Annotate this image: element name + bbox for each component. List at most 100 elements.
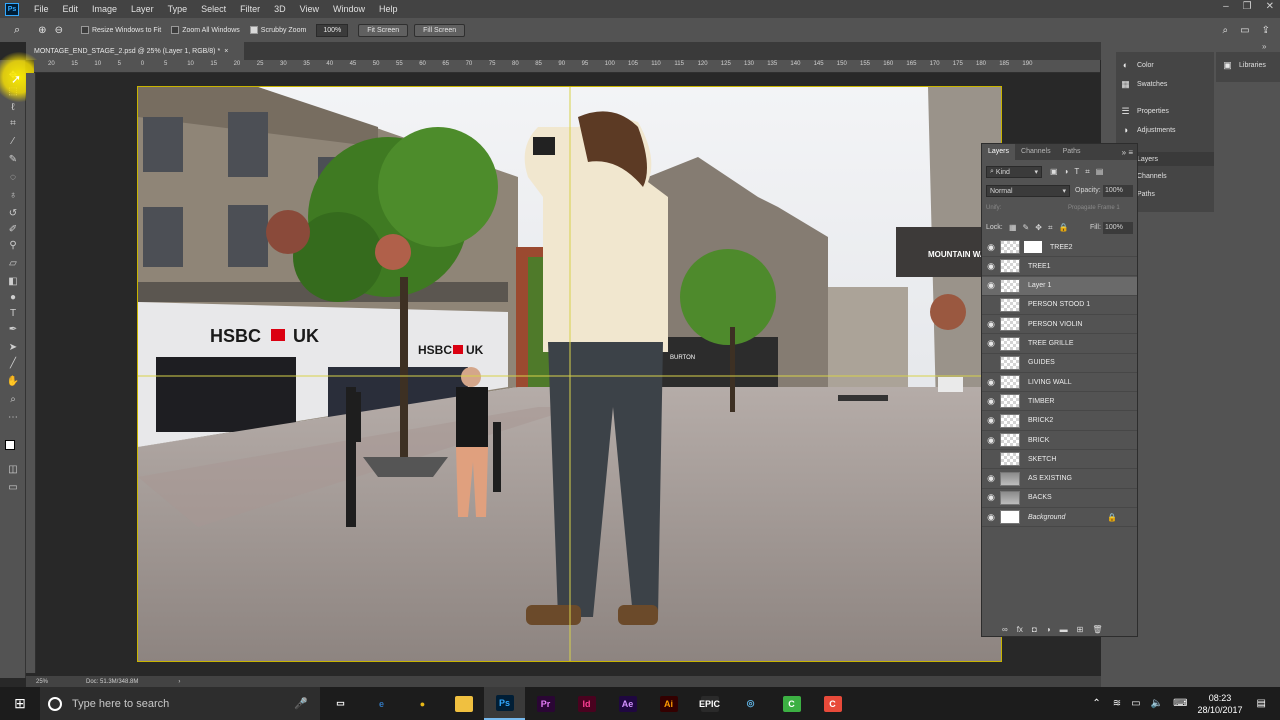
layer-row[interactable]: ◉ PERSON VIOLIN bbox=[982, 315, 1137, 335]
layer-row[interactable]: ◉ Layer 1 bbox=[982, 276, 1137, 296]
lasso-tool-icon[interactable]: ℓ bbox=[6, 102, 20, 114]
screen-mode-icon[interactable]: ▭ bbox=[6, 482, 20, 494]
layer-row[interactable]: ◉ BRICK bbox=[982, 431, 1137, 450]
system-clock[interactable]: 08:23 28/10/2017 bbox=[1198, 692, 1243, 716]
scrubby-zoom-checkbox[interactable]: Scrubby Zoom bbox=[249, 26, 306, 34]
search-icon[interactable]: ⌕ bbox=[1223, 25, 1229, 36]
delete-layer-icon[interactable]: 🗑 bbox=[1092, 625, 1102, 634]
dock-swatches[interactable]: ▦ Swatches bbox=[1120, 79, 1167, 89]
hand-tool-icon[interactable]: ✋ bbox=[6, 376, 20, 388]
taskbar-app-task-view[interactable]: ▭ bbox=[320, 687, 361, 720]
layer-row[interactable]: ◉ Background 🔒 bbox=[982, 508, 1137, 528]
taskbar-app-indesign[interactable]: Id bbox=[566, 687, 607, 720]
visibility-eye-icon[interactable]: ◉ bbox=[982, 377, 1000, 388]
menu-window[interactable]: Window bbox=[326, 4, 372, 14]
visibility-eye-icon[interactable]: ◉ bbox=[982, 338, 1000, 349]
link-layers-icon[interactable]: ∞ bbox=[1002, 625, 1008, 634]
layer-row[interactable]: ◉ TREE GRILLE bbox=[982, 335, 1137, 354]
layer-row[interactable]: SKETCH bbox=[982, 450, 1137, 470]
taskbar-app-file-explorer[interactable]: ▬ bbox=[443, 687, 484, 720]
wifi-icon[interactable]: ≋ bbox=[1113, 698, 1121, 709]
share-icon[interactable]: ⇪ bbox=[1262, 25, 1270, 36]
dock-adjustments[interactable]: ◑ Adjustments bbox=[1120, 125, 1176, 135]
adjustment-layer-icon[interactable]: ◑ bbox=[1046, 625, 1051, 634]
windows-start-icon[interactable]: ⊞ bbox=[0, 687, 40, 720]
taskbar-app-app-green[interactable]: C bbox=[771, 687, 812, 720]
taskbar-app-edge[interactable]: e bbox=[361, 687, 402, 720]
battery-icon[interactable]: ▭ bbox=[1131, 698, 1140, 709]
visibility-eye-icon[interactable]: ◉ bbox=[982, 473, 1000, 484]
new-group-icon[interactable]: ▬ bbox=[1060, 625, 1068, 634]
zoom-out-icon[interactable]: ⊖ bbox=[55, 25, 63, 36]
visibility-eye-icon[interactable]: ◉ bbox=[982, 280, 1000, 291]
menu-file[interactable]: File bbox=[27, 4, 56, 14]
visibility-eye-icon[interactable]: ◉ bbox=[982, 415, 1000, 426]
zoom-tool-icon[interactable]: ⌕ bbox=[6, 394, 20, 406]
add-mask-icon[interactable]: ◘ bbox=[1032, 625, 1037, 634]
taskbar-search[interactable]: Type here to search 🎤 bbox=[40, 687, 320, 720]
dodge-tool-icon[interactable]: ● bbox=[6, 292, 20, 304]
stamp-tool-icon[interactable]: ♁ bbox=[6, 190, 20, 202]
menu-layer[interactable]: Layer bbox=[124, 4, 161, 14]
clone-tool-icon[interactable]: ⚲ bbox=[6, 240, 20, 252]
notifications-icon[interactable]: ▤ bbox=[1257, 698, 1266, 709]
visibility-eye-icon[interactable]: ◉ bbox=[982, 261, 1000, 272]
dock-collapse-icon[interactable]: » bbox=[1262, 42, 1266, 51]
menu-help[interactable]: Help bbox=[372, 4, 405, 14]
layer-row[interactable]: PERSON STOOD 1 bbox=[982, 296, 1137, 315]
volume-icon[interactable]: 🔈 bbox=[1151, 698, 1163, 709]
layer-row[interactable]: ◉ LIVING WALL bbox=[982, 373, 1137, 393]
minimize-icon[interactable]: – bbox=[1223, 1, 1229, 12]
layer-row[interactable]: ◉ TIMBER bbox=[982, 392, 1137, 412]
type-tool-icon[interactable]: T bbox=[6, 308, 20, 320]
eraser-tool-icon[interactable]: ▱ bbox=[6, 258, 20, 270]
visibility-eye-icon[interactable]: ◉ bbox=[982, 512, 1000, 523]
microphone-icon[interactable]: 🎤 bbox=[294, 697, 308, 710]
taskbar-app-app-red[interactable]: C bbox=[812, 687, 853, 720]
taskbar-app-app-blue[interactable]: ◎ bbox=[730, 687, 771, 720]
document-tab[interactable]: MONTAGE_END_STAGE_2.psd @ 25% (Layer 1, … bbox=[26, 42, 244, 60]
edit-toolbar-icon[interactable]: ⋯ bbox=[6, 412, 20, 424]
tab-paths[interactable]: Paths bbox=[1057, 144, 1087, 160]
layer-row[interactable]: ◉ BRICK2 bbox=[982, 412, 1137, 431]
shape-tool-icon[interactable]: ╱ bbox=[6, 358, 20, 370]
document-canvas[interactable]: HSBC UK HSBC UK MOUNTAIN WAREHOU BURTON bbox=[137, 86, 1002, 662]
layer-mask-thumbnail[interactable] bbox=[1024, 241, 1042, 253]
brush2-tool-icon[interactable]: ✐ bbox=[6, 224, 20, 236]
status-menu-icon[interactable]: › bbox=[178, 679, 180, 685]
gradient-tool-icon[interactable]: ◧ bbox=[6, 276, 20, 288]
lock-icons[interactable]: ▦✎✥⌗🔒 bbox=[1009, 223, 1074, 233]
taskbar-app-after-effects[interactable]: Ae bbox=[607, 687, 648, 720]
visibility-eye-icon[interactable]: ◉ bbox=[982, 492, 1000, 503]
visibility-eye-icon[interactable]: ◉ bbox=[982, 242, 1000, 253]
opacity-field[interactable]: 100% bbox=[1103, 185, 1133, 197]
zoom-tool-icon[interactable]: ⌕ bbox=[14, 24, 20, 37]
zoom-all-checkbox[interactable]: Zoom All Windows bbox=[171, 26, 240, 34]
quick-mask-icon[interactable]: ◫ bbox=[6, 464, 20, 476]
layer-row[interactable]: ◉ AS EXISTING bbox=[982, 470, 1137, 489]
crop-tool-icon[interactable]: ⌗ bbox=[6, 118, 20, 130]
close-icon[interactable]: ✕ bbox=[1266, 1, 1274, 12]
layer-filter-icons[interactable]: ▣◑T⌗▤ bbox=[1050, 167, 1109, 177]
zoom-status[interactable]: 25% bbox=[36, 679, 86, 685]
path-select-icon[interactable]: ➤ bbox=[6, 342, 20, 354]
dock-libraries[interactable]: ▣ Libraries bbox=[1222, 60, 1266, 70]
healing-tool-icon[interactable]: ◌ bbox=[6, 172, 20, 184]
pen-tool-icon[interactable]: ✒ bbox=[6, 324, 20, 336]
brush-tool-icon[interactable]: ✎ bbox=[6, 154, 20, 166]
filter-kind-dropdown[interactable]: ⌕ Kind ▾ bbox=[986, 166, 1042, 178]
foreground-color-swatch[interactable] bbox=[5, 440, 15, 450]
dock-properties[interactable]: ☰ Properties bbox=[1120, 106, 1168, 116]
dock-color[interactable]: ◐ Color bbox=[1120, 60, 1154, 70]
menu-type[interactable]: Type bbox=[161, 4, 195, 14]
visibility-eye-icon[interactable]: ◉ bbox=[982, 435, 1000, 446]
taskbar-app-epic-games[interactable]: EPIC bbox=[689, 687, 730, 720]
menu-select[interactable]: Select bbox=[194, 4, 233, 14]
history-brush-icon[interactable]: ↺ bbox=[6, 208, 20, 220]
menu-view[interactable]: View bbox=[293, 4, 326, 14]
fill-field[interactable]: 100% bbox=[1103, 222, 1133, 234]
visibility-eye-icon[interactable]: ◉ bbox=[982, 319, 1000, 330]
panel-menu-icon[interactable]: » ≡ bbox=[1118, 144, 1137, 160]
layer-row[interactable]: ◉ TREE2 bbox=[982, 238, 1137, 257]
taskbar-app-premiere[interactable]: Pr bbox=[525, 687, 566, 720]
